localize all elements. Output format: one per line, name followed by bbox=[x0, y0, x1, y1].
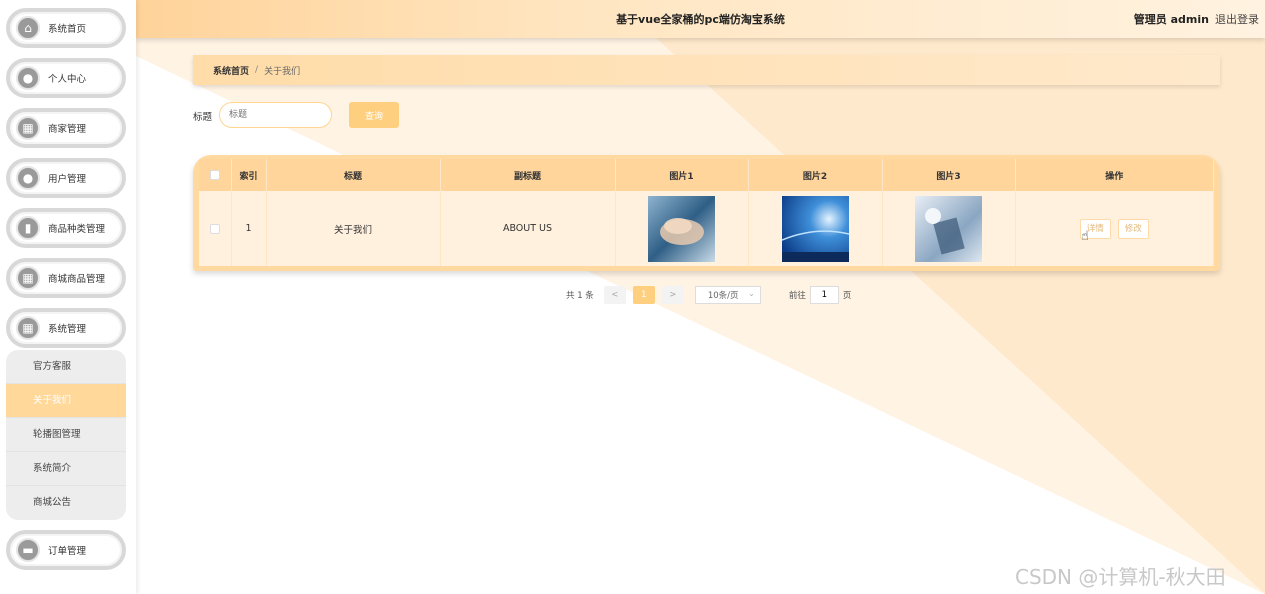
breadcrumb: 系统首页 / 关于我们 bbox=[193, 55, 1220, 85]
row-checkbox[interactable] bbox=[199, 191, 232, 266]
column-header: 索引 bbox=[231, 159, 267, 191]
sidebar-item-label: 个人中心 bbox=[48, 74, 87, 85]
grid-icon: ▦ bbox=[16, 116, 40, 140]
sidebar-item-orders[interactable]: ▬ 订单管理 bbox=[6, 530, 126, 570]
apps-icon: ▦ bbox=[16, 266, 40, 290]
sidebar-item-merchants[interactable]: ▦ 商家管理 bbox=[6, 108, 126, 148]
cell-image3 bbox=[882, 191, 1016, 266]
submenu-item-notice[interactable]: 商城公告 bbox=[6, 486, 126, 520]
search-label: 标题 bbox=[193, 112, 213, 123]
sidebar-item-users[interactable]: ● 用户管理 bbox=[6, 158, 126, 198]
page-number-button[interactable]: 1 bbox=[632, 286, 655, 304]
sidebar-item-personal[interactable]: ● 个人中心 bbox=[6, 58, 126, 98]
column-header: 操作 bbox=[1015, 159, 1214, 191]
home-icon: ⌂ bbox=[16, 16, 40, 40]
hand-cursor-icon: ☝ bbox=[1081, 229, 1089, 244]
prev-page-button[interactable]: < bbox=[603, 286, 626, 304]
sidebar-item-label: 订单管理 bbox=[48, 546, 87, 557]
sidebar-item-label: 系统管理 bbox=[48, 324, 87, 335]
table-header-row: 索引 标题 副标题 图片1 图片2 图片3 操作 bbox=[199, 159, 1214, 191]
bag-icon: ▬ bbox=[16, 538, 40, 562]
column-header: 图片3 bbox=[882, 159, 1016, 191]
image3-thumbnail bbox=[915, 195, 982, 262]
image2-thumbnail bbox=[781, 195, 849, 262]
user-icon: ● bbox=[16, 166, 40, 190]
page-size-select[interactable]: 10条/页 ⌄ bbox=[694, 286, 761, 304]
sidebar-item-categories[interactable]: ▮ 商品种类管理 bbox=[6, 208, 126, 248]
sidebar: ⌂ 系统首页 ● 个人中心 ▦ 商家管理 ● 用户管理 ▮ 商品种类管理 ▦ 商… bbox=[0, 0, 136, 594]
sidebar-item-products[interactable]: ▦ 商城商品管理 bbox=[6, 258, 126, 298]
sidebar-item-system[interactable]: ▦ 系统管理 bbox=[6, 308, 126, 348]
goto-suffix: 页 bbox=[842, 291, 852, 301]
cell-title: 关于我们 bbox=[266, 191, 441, 266]
sidebar-item-label: 商家管理 bbox=[48, 124, 87, 135]
sidebar-item-label: 商城商品管理 bbox=[48, 274, 106, 285]
sidebar-item-label: 系统首页 bbox=[48, 24, 87, 35]
user-icon: ● bbox=[16, 66, 40, 90]
search-button[interactable]: 查询 bbox=[349, 102, 399, 128]
table-row: 1 关于我们 ABOUT US 详情 修改 bbox=[199, 191, 1214, 266]
select-all-checkbox[interactable] bbox=[199, 159, 232, 191]
cell-subtitle: ABOUT US bbox=[440, 191, 616, 266]
system-submenu: 官方客服 关于我们 轮播图管理 系统简介 商城公告 bbox=[6, 350, 126, 520]
submenu-item-about[interactable]: 关于我们 bbox=[6, 384, 126, 418]
top-header: 基于vue全家桶的pc端仿淘宝系统 管理员 admin 退出登录 bbox=[136, 0, 1265, 38]
breadcrumb-current: 关于我们 bbox=[264, 66, 301, 77]
current-user: 管理员 admin bbox=[1133, 13, 1209, 26]
cell-actions: 详情 修改 bbox=[1015, 191, 1214, 266]
cell-image1 bbox=[615, 191, 749, 266]
goto-label: 前往 bbox=[788, 291, 806, 301]
edit-button[interactable]: 修改 bbox=[1117, 218, 1149, 239]
goto-page-input[interactable] bbox=[809, 286, 839, 304]
page-size-value: 10条/页 bbox=[707, 291, 739, 301]
next-page-button[interactable]: > bbox=[661, 286, 684, 304]
sidebar-item-label: 商品种类管理 bbox=[48, 224, 106, 235]
cell-image2 bbox=[748, 191, 883, 266]
pagination-total: 共 1 条 bbox=[566, 291, 594, 301]
search-input[interactable] bbox=[219, 102, 332, 128]
watermark: CSDN @计算机-秋大田 bbox=[1015, 565, 1226, 589]
column-header: 图片2 bbox=[748, 159, 883, 191]
breadcrumb-home[interactable]: 系统首页 bbox=[213, 64, 249, 77]
submenu-item-service[interactable]: 官方客服 bbox=[6, 350, 126, 384]
submenu-item-carousel[interactable]: 轮播图管理 bbox=[6, 418, 126, 452]
sidebar-item-label: 用户管理 bbox=[48, 174, 87, 185]
column-header: 副标题 bbox=[440, 159, 616, 191]
logout-link[interactable]: 退出登录 bbox=[1215, 11, 1259, 27]
cell-index: 1 bbox=[231, 191, 267, 266]
app-title: 基于vue全家桶的pc端仿淘宝系统 bbox=[616, 13, 785, 26]
submenu-item-intro[interactable]: 系统简介 bbox=[6, 452, 126, 486]
data-table: 索引 标题 副标题 图片1 图片2 图片3 操作 1 关于我们 ABOUT US bbox=[193, 155, 1220, 271]
chart-icon: ▮ bbox=[16, 216, 40, 240]
column-header: 图片1 bbox=[615, 159, 749, 191]
sidebar-item-home[interactable]: ⌂ 系统首页 bbox=[6, 8, 126, 48]
breadcrumb-separator: / bbox=[255, 65, 259, 75]
image1-thumbnail bbox=[648, 195, 715, 262]
chevron-down-icon: ⌄ bbox=[748, 289, 755, 298]
pagination: 共 1 条 < 1 > 10条/页 ⌄ 前往 页 bbox=[566, 286, 851, 304]
apps-icon: ▦ bbox=[16, 316, 40, 340]
column-header: 标题 bbox=[266, 159, 441, 191]
